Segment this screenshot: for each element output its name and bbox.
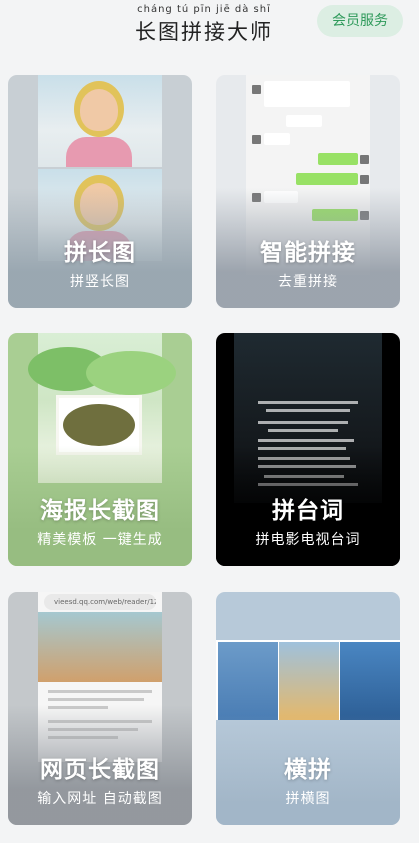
card-subtitle: 去重拼接 (278, 274, 338, 290)
card-subtitle-stitch[interactable]: 拼台词 拼电影电视台词 (216, 333, 400, 566)
card-webpage-screenshot[interactable]: vieesd.qq.com/web/reader/1231 网页长截图 输入网址… (8, 592, 192, 825)
card-title: 拼台词 (272, 498, 344, 524)
vip-service-button[interactable]: 会员服务 (317, 5, 403, 37)
card-subtitle: 拼电影电视台词 (255, 532, 361, 548)
app-title: 长图拼接大师 (135, 20, 273, 44)
card-long-image[interactable]: 拼长图 拼竖长图 (8, 75, 192, 308)
horizontal-preview-image (216, 640, 400, 720)
card-title: 海报长截图 (40, 498, 160, 524)
preview-photo-top (38, 75, 162, 167)
card-subtitle: 输入网址 自动截图 (37, 791, 163, 807)
card-title: 拼长图 (64, 240, 136, 266)
card-smart-stitch[interactable]: 智能拼接 去重拼接 (216, 75, 400, 308)
app-header: cháng tú pīn jiē dà shī 长图拼接大师 会员服务 (0, 0, 419, 60)
app-title-block: cháng tú pīn jiē dà shī 长图拼接大师 (134, 4, 274, 46)
app-title-pinyin: cháng tú pīn jiē dà shī (137, 4, 271, 15)
card-title: 网页长截图 (40, 757, 160, 783)
card-title: 智能拼接 (260, 240, 356, 266)
card-poster-screenshot[interactable]: 海报长截图 精美模板 一键生成 (8, 333, 192, 566)
card-title: 横拼 (284, 757, 332, 783)
card-subtitle: 精美模板 一键生成 (37, 532, 163, 548)
card-subtitle: 拼横图 (285, 791, 331, 807)
card-horizontal-stitch[interactable]: 横拼 拼横图 (216, 592, 400, 825)
url-preview: vieesd.qq.com/web/reader/1231 (44, 594, 156, 610)
card-subtitle: 拼竖长图 (70, 274, 130, 290)
